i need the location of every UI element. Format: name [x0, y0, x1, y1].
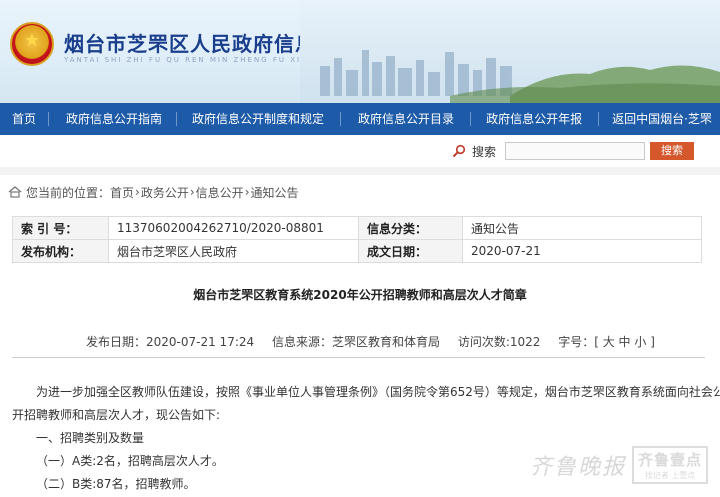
article-meta: 发布日期：2020-07-21 17:24 信息来源：芝罘区教育和体育局 访问次… [86, 333, 669, 350]
watermark-logo: 齐鲁壹点 找记者·上壹点 [631, 446, 708, 484]
document-info-table: 索 引 号： 11370602004262710/2020-08801 信息分类… [12, 216, 702, 263]
info-source: 信息来源：芝罘区教育和体育局 [271, 335, 440, 349]
breadcrumb-separator: › [244, 185, 250, 199]
watermark-logo-sub: 找记者·上壹点 [644, 471, 696, 480]
visit-count: 访问次数:1022 [457, 335, 541, 349]
search-button[interactable]: 搜索 [650, 142, 694, 160]
breadcrumb-separator: › [135, 185, 140, 199]
national-emblem-icon: ★ [10, 22, 54, 66]
watermark-logo-title: 齐鲁壹点 [637, 451, 702, 469]
nav-item-disclosure-catalog[interactable]: 政府信息公开目录 [340, 103, 470, 135]
search-input[interactable] [505, 142, 645, 160]
breadcrumb-gov-affairs[interactable]: 政务公开 [141, 184, 189, 201]
divider [12, 357, 705, 358]
search-bar: 搜索 搜索 [0, 135, 720, 167]
breadcrumb-separator: › [189, 185, 195, 199]
breadcrumb-notices[interactable]: 通知公告 [251, 184, 299, 201]
breadcrumb-info-disclosure[interactable]: 信息公开 [196, 184, 244, 201]
index-number-value: 11370602004262710/2020-08801 [108, 216, 359, 240]
nav-item-disclosure-guide[interactable]: 政府信息公开指南 [48, 103, 176, 135]
search-icon [452, 144, 466, 158]
table-row: 索 引 号： 11370602004262710/2020-08801 信息分类… [12, 216, 702, 240]
breadcrumb: 您当前的位置： 首页 › 政务公开 › 信息公开 › 通知公告 [0, 175, 720, 209]
paragraph: 开招聘教师和高层次人才，现公告如下: [12, 408, 221, 422]
publish-date: 发布日期：2020-07-21 17:24 [86, 335, 255, 349]
city-skyline-image [300, 0, 720, 103]
nav-item-annual-report[interactable]: 政府信息公开年报 [470, 103, 598, 135]
search-label: 搜索 [472, 145, 497, 159]
category-value: 通知公告 [462, 216, 702, 240]
breadcrumb-home[interactable]: 首页 [110, 184, 134, 201]
category-label: 信息分类： [358, 216, 463, 240]
header-banner: ★ 烟台市芝罘区人民政府信息公开平台 YANTAI SHI ZHI FU QU … [0, 0, 720, 103]
article-title: 烟台市芝罘区教育系统2020年公开招聘教师和高层次人才简章 [193, 288, 527, 302]
watermark-script: 齐鲁晚报 [529, 455, 626, 480]
written-date-value: 2020-07-21 [462, 239, 702, 263]
font-size-label: 字号： [558, 335, 595, 349]
main-nav: 首页 政府信息公开指南 政府信息公开制度和规定 政府信息公开目录 政府信息公开年… [0, 103, 720, 135]
font-size-control[interactable]: [ 大 中 小 ] [594, 335, 655, 349]
nav-item-disclosure-rules[interactable]: 政府信息公开制度和规定 [176, 103, 340, 135]
nav-item-home[interactable]: 首页 [0, 103, 48, 135]
publisher-label: 发布机构： [12, 239, 109, 263]
paragraph: 为进一步加强全区教师队伍建设，按照《事业单位人事管理条例》（国务院令第652号）… [36, 385, 720, 399]
breadcrumb-prefix: 您当前的位置： [26, 185, 111, 200]
home-icon [8, 186, 22, 198]
watermark: 齐鲁晚报 齐鲁壹点 找记者·上壹点 [530, 441, 708, 489]
nav-item-back-to-yantai[interactable]: 返回中国烟台·芝罘 [598, 103, 720, 135]
divider [0, 167, 720, 175]
written-date-label: 成文日期： [358, 239, 463, 263]
index-number-label: 索 引 号： [12, 216, 109, 240]
table-row: 发布机构： 烟台市芝罘区人民政府 成文日期： 2020-07-21 [12, 239, 702, 263]
publisher-value: 烟台市芝罘区人民政府 [108, 239, 359, 263]
